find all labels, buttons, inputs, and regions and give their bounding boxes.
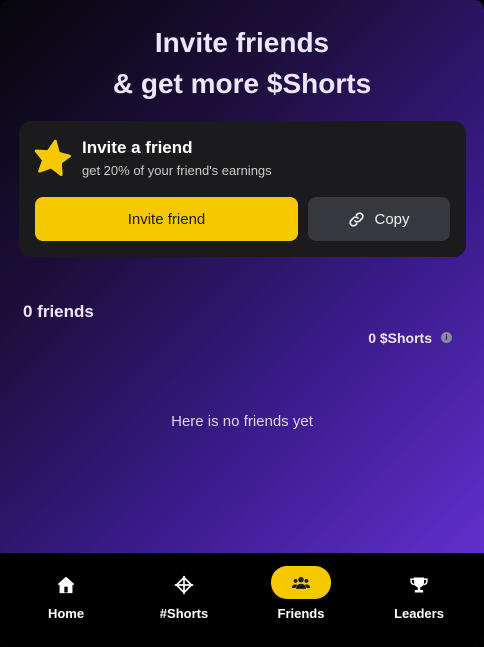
invite-card-title: Invite a friend — [82, 138, 193, 157]
invite-card-subtitle: get 20% of your friend's earnings — [82, 163, 272, 178]
nav-label-shorts: #Shorts — [159, 606, 209, 621]
header-line-1: Invite friends — [154, 27, 330, 58]
nav-item-shorts[interactable]: #Shorts — [124, 553, 244, 647]
nav-label-home: Home — [47, 606, 85, 621]
nav-item-friends[interactable]: Friends — [241, 553, 361, 647]
crosshair-icon — [174, 575, 194, 595]
nav-item-leaders[interactable]: Leaders — [359, 553, 479, 647]
copy-button-label: Copy — [374, 210, 410, 228]
info-icon[interactable]: i — [441, 332, 452, 343]
shorts-total: 0 $Shorts — [368, 330, 432, 346]
empty-state-text: Here is no friends yet — [171, 413, 313, 430]
copy-link-button[interactable]: Copy — [308, 197, 450, 241]
link-icon — [349, 211, 365, 227]
nav-item-home[interactable]: Home — [6, 553, 126, 647]
star-icon — [34, 139, 71, 177]
friends-count: 0 friends — [23, 302, 94, 321]
users-icon — [291, 576, 311, 589]
home-icon — [57, 576, 75, 594]
header-line-2: & get more $Shorts — [112, 68, 372, 99]
page-header: Invite friends & get more $Shorts — [0, 22, 484, 104]
app-screen: Invite friends & get more $Shorts Invite… — [0, 0, 484, 647]
nav-label-leaders: Leaders — [394, 606, 444, 621]
invite-card: Invite a friend get 20% of your friend's… — [19, 121, 466, 257]
trophy-icon — [410, 577, 428, 593]
invite-friend-button[interactable]: Invite friend — [35, 197, 298, 241]
bottom-nav: Home #Shorts Friends Leaders — [0, 553, 484, 647]
nav-label-friends: Friends — [277, 606, 325, 621]
